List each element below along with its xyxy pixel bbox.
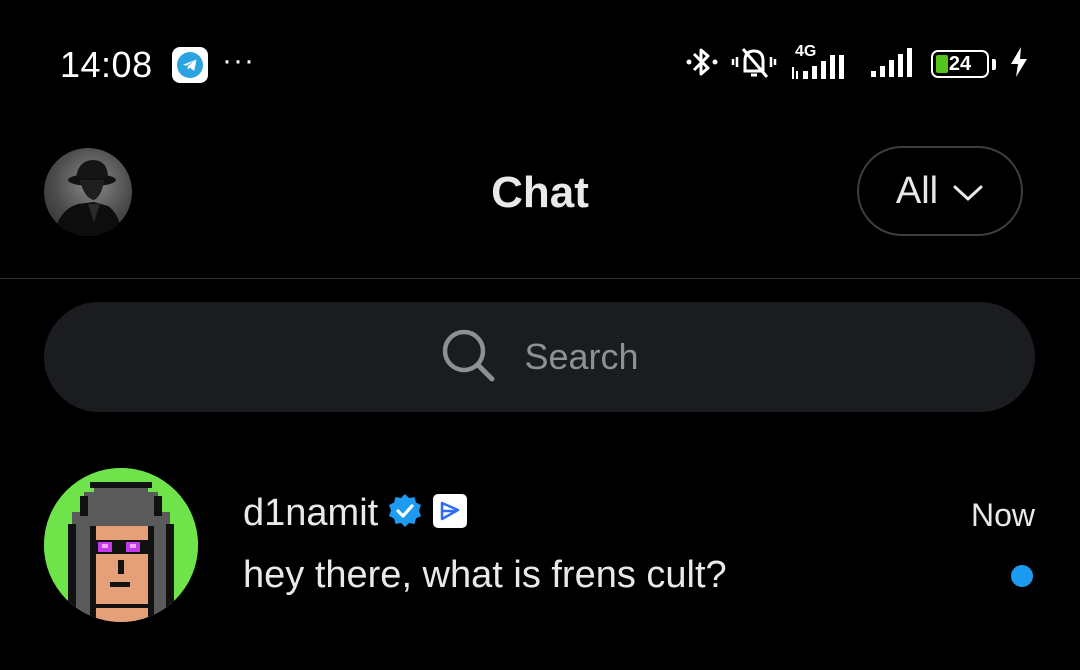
telegram-icon [172,47,208,83]
filter-label: All [895,169,939,212]
filter-dropdown-button[interactable]: All [857,146,1023,236]
verified-badge-icon [386,492,424,535]
search-icon [440,327,496,388]
more-notifications-icon: ··· [222,44,255,77]
conversation-item[interactable]: d1namit Now hey there, what is frens cul… [0,440,1080,640]
bluetooth-icon [685,43,719,86]
signal-icon [869,43,919,86]
search-placeholder: Search [524,336,639,377]
conversation-avatar[interactable] [44,468,198,622]
signal-4g-icon: 4G [789,43,857,83]
battery-cap [992,58,996,70]
status-icons: 4G 24 [685,43,1030,86]
conversation-name-row: d1namit [243,492,468,535]
unread-indicator [1011,565,1033,587]
conversation-time: Now [970,497,1035,533]
status-bar: 14:08 ··· 4G 24 [0,0,1080,120]
status-time: 14:08 [60,44,153,85]
chat-header: Chat All [0,128,1080,279]
affiliate-badge-icon [432,493,468,534]
vibrate-off-icon [731,43,777,86]
search-input[interactable]: Search [44,302,1035,412]
battery-level: 24 [948,52,972,75]
conversation-preview: hey there, what is frens cult? [243,554,727,596]
conversation-name: d1namit [243,492,379,534]
battery-icon: 24 [931,50,989,78]
charging-icon [1008,45,1030,84]
chevron-down-icon [952,170,984,213]
